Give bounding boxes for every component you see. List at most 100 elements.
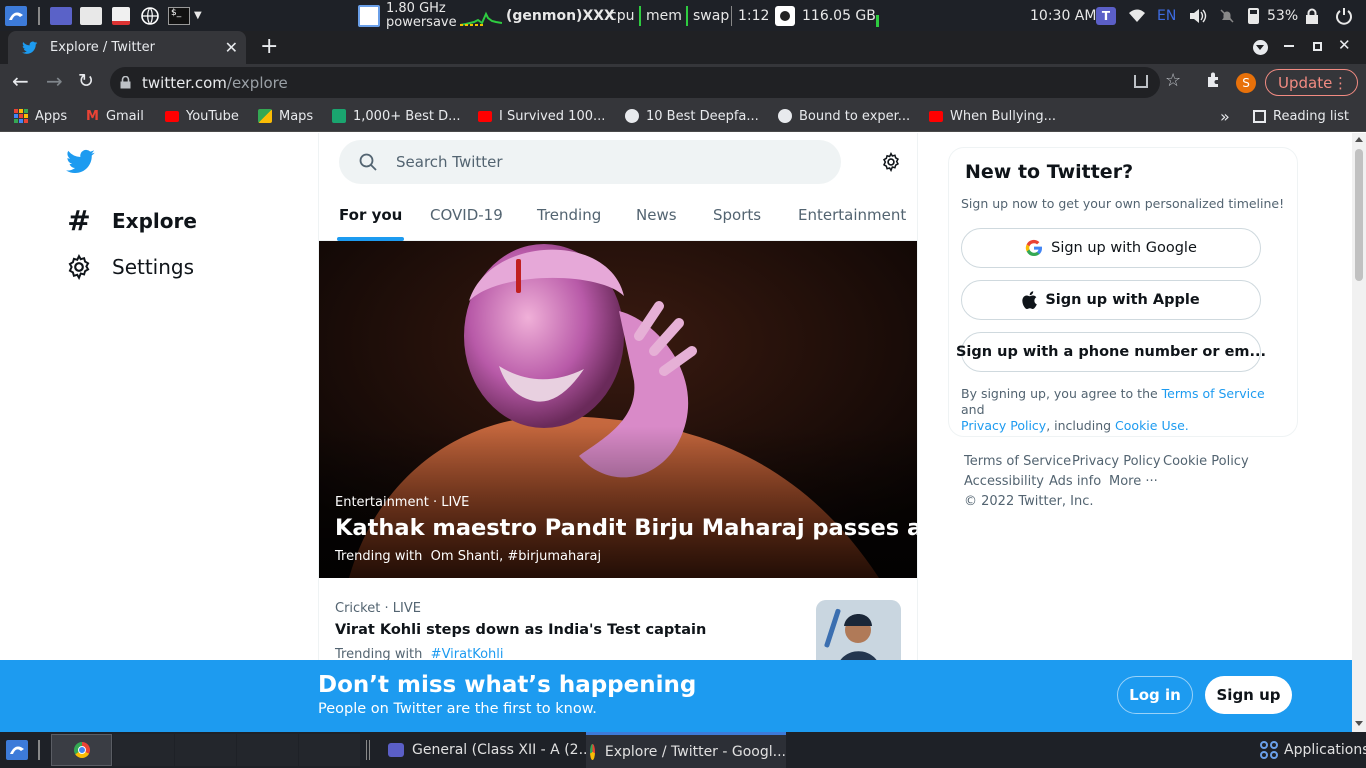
sidebar-item-settings[interactable]: Settings [66, 254, 194, 280]
tab-sports[interactable]: Sports [713, 189, 761, 241]
legal-text: By signing up, you agree to the [961, 386, 1158, 401]
bookmark-survived[interactable]: I Survived 100... [478, 101, 605, 131]
bookmark-youtube[interactable]: YouTube [165, 101, 239, 131]
footer-tos-link[interactable]: Terms of Service [964, 454, 1071, 469]
signup-button[interactable]: Sign up [1205, 676, 1292, 714]
bookmark-bound[interactable]: Bound to exper... [778, 101, 910, 131]
terminal-icon[interactable]: $_ [168, 0, 190, 31]
tos-link[interactable]: Terms of Service [1162, 386, 1265, 401]
search-input[interactable]: Search Twitter [339, 140, 841, 184]
reading-list-button[interactable]: Reading list [1253, 101, 1349, 131]
address-bar[interactable]: twitter.com/explore [110, 67, 1160, 98]
browser-tab[interactable]: Explore / Twitter ✕ [8, 31, 246, 64]
bookmark-best[interactable]: 1,000+ Best D... [332, 101, 461, 131]
signup-google-button[interactable]: Sign up with Google [961, 228, 1261, 268]
reload-icon[interactable]: ↻ [78, 71, 94, 91]
footer-cookie-link[interactable]: Cookie Policy [1163, 454, 1249, 469]
page-scrollbar[interactable] [1352, 133, 1366, 732]
cookie-link[interactable]: Cookie Use. [1115, 418, 1189, 433]
footer-ads-link[interactable]: Ads info [1049, 474, 1101, 489]
wifi-icon[interactable] [1128, 0, 1146, 31]
taskbar-window-teams[interactable]: General (Class XII - A (2... [378, 732, 592, 768]
disk-meter [876, 0, 879, 31]
applications-menu[interactable]: Applications [1260, 732, 1366, 768]
maps-icon [258, 109, 272, 123]
back-icon[interactable]: ← [12, 71, 29, 91]
workspace-1[interactable] [51, 734, 112, 766]
tab-search-icon[interactable] [1253, 40, 1268, 55]
legal-text: , including [1046, 418, 1112, 433]
install-app-icon[interactable] [1134, 75, 1148, 88]
bookmark-star-icon[interactable]: ☆ [1165, 70, 1181, 91]
notifications-off-icon[interactable] [1219, 0, 1235, 31]
scroll-down-icon[interactable] [1352, 716, 1366, 732]
volume-icon[interactable] [1189, 0, 1207, 31]
tab-trending[interactable]: Trending [537, 189, 601, 241]
lock-icon[interactable] [1305, 0, 1319, 31]
os-menu-icon[interactable] [5, 732, 29, 768]
footer-more-link[interactable]: More ··· [1109, 474, 1158, 489]
file-manager-icon[interactable] [80, 0, 102, 31]
cpu-meter [639, 0, 641, 31]
bookmark-bullying[interactable]: When Bullying... [929, 101, 1056, 131]
login-button[interactable]: Log in [1117, 676, 1193, 714]
chrome-icon [73, 742, 90, 758]
close-tab-icon[interactable]: ✕ [225, 38, 238, 57]
settings-gear-icon[interactable] [881, 152, 901, 176]
workspace-5[interactable] [299, 734, 360, 766]
signup-phone-button[interactable]: Sign up with a phone number or em... [956, 332, 1266, 372]
tab-entertainment[interactable]: Entertainment [798, 189, 906, 241]
footer-privacy-link[interactable]: Privacy Policy [1072, 454, 1161, 469]
bookmark-apps[interactable]: Apps [14, 101, 67, 131]
close-window-icon[interactable]: ✕ [1338, 36, 1351, 54]
window-title: Explore / Twitter - Googl... [604, 743, 786, 760]
youtube-icon [478, 110, 492, 122]
hero-title[interactable]: Kathak maestro Pandit Birju Maharaj pass… [335, 515, 917, 541]
more-bookmarks-icon[interactable]: » [1220, 101, 1230, 131]
update-label: Update [1278, 73, 1333, 92]
workspace-2[interactable] [113, 734, 174, 766]
button-label: Sign up with Apple [1045, 292, 1200, 308]
update-button[interactable]: Update ⋮ [1265, 69, 1358, 96]
hero-trend-card[interactable]: Entertainment · LIVE Kathak maestro Pand… [319, 241, 917, 578]
keyboard-layout[interactable]: EN [1157, 0, 1176, 31]
taskbar-window-chrome[interactable]: Explore / Twitter - Googl... [586, 732, 786, 768]
scroll-up-icon[interactable] [1355, 137, 1363, 142]
power-icon[interactable] [1335, 0, 1353, 31]
twitter-logo-icon[interactable] [66, 149, 96, 179]
web-browser-icon[interactable] [140, 0, 160, 31]
sidebar-item-explore[interactable]: # Explore [66, 204, 197, 237]
teams-icon[interactable]: T [1096, 0, 1116, 31]
clock[interactable]: 10:30 AM [1030, 0, 1096, 31]
tab-for-you[interactable]: For you [337, 189, 405, 241]
trending-with-topics[interactable]: Om Shanti, #birjumaharaj [431, 549, 601, 564]
scrollbar-thumb[interactable] [1355, 149, 1363, 281]
chevron-down-icon[interactable]: ▼ [194, 0, 202, 31]
bookmark-gmail[interactable]: M Gmail [86, 101, 144, 131]
battery-icon[interactable] [1248, 0, 1259, 31]
os-menu-icon[interactable] [4, 0, 28, 31]
globe-icon [625, 109, 639, 123]
bookmark-deepfake[interactable]: 10 Best Deepfa... [625, 101, 759, 131]
workspace-3[interactable] [175, 734, 236, 766]
tab-covid-19[interactable]: COVID-19 [430, 189, 503, 241]
signup-legal: By signing up, you agree to the Terms of… [961, 386, 1291, 434]
tab-news[interactable]: News [636, 189, 677, 241]
bookmark-label: When Bullying... [950, 108, 1057, 124]
privacy-link[interactable]: Privacy Policy [961, 418, 1046, 433]
story-title[interactable]: Virat Kohli steps down as India's Test c… [335, 622, 706, 638]
footer-accessibility-link[interactable]: Accessibility [964, 474, 1044, 489]
maximize-icon[interactable] [1313, 42, 1322, 51]
mem-label: mem [646, 7, 682, 24]
document-viewer-icon[interactable] [112, 0, 130, 31]
minimize-icon[interactable] [1284, 45, 1294, 47]
workspace-4[interactable] [237, 734, 298, 766]
signup-apple-button[interactable]: Sign up with Apple [961, 280, 1261, 320]
button-label: Sign up with a phone number or em... [955, 344, 1267, 360]
bookmark-maps[interactable]: Maps [258, 101, 313, 131]
forward-icon[interactable]: → [46, 71, 63, 91]
extensions-icon[interactable] [1205, 71, 1223, 93]
profile-avatar[interactable]: S [1236, 73, 1256, 93]
desktop-icon[interactable] [50, 0, 72, 31]
new-tab-icon[interactable]: + [260, 36, 278, 58]
